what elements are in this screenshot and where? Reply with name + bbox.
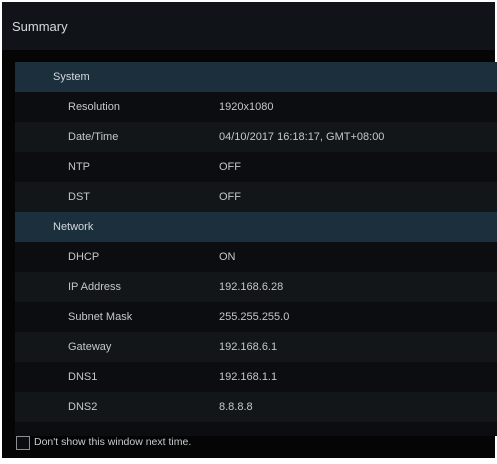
row-value: 1920x1080 <box>219 101 274 113</box>
row-key: DNS1 <box>68 371 98 383</box>
row-value: OFF <box>219 161 241 173</box>
table-row-dns2: DNS2 8.8.8.8 <box>15 392 497 422</box>
row-value: 04/10/2017 16:18:17, GMT+08:00 <box>219 131 385 143</box>
row-key: Resolution <box>68 101 120 113</box>
section-label: Network <box>53 221 94 233</box>
section-header-system: System <box>15 62 497 92</box>
row-key: IP Address <box>68 281 121 293</box>
row-key: Subnet Mask <box>68 311 133 323</box>
summary-window: Summary System Resolution 1920x1080 Date… <box>2 2 497 458</box>
row-value: 192.168.6.1 <box>219 341 278 353</box>
table-row-ip-address: IP Address 192.168.6.28 <box>15 272 497 302</box>
section-label: System <box>53 71 90 83</box>
row-value: OFF <box>219 191 241 203</box>
row-key: DNS2 <box>68 401 98 413</box>
row-value: 255.255.255.0 <box>219 311 290 323</box>
row-key: Gateway <box>68 341 112 353</box>
row-key: DST <box>68 191 90 203</box>
table-row-dhcp: DHCP ON <box>15 242 497 272</box>
row-value: 8.8.8.8 <box>219 401 253 413</box>
section-header-network: Network <box>15 212 497 242</box>
table-row-resolution: Resolution 1920x1080 <box>15 92 497 122</box>
dont-show-again-checkbox[interactable] <box>16 436 30 450</box>
table-row-datetime: Date/Time 04/10/2017 16:18:17, GMT+08:00 <box>15 122 497 152</box>
row-value: 192.168.1.1 <box>219 371 278 383</box>
row-value: 192.168.6.28 <box>219 281 284 293</box>
row-value: ON <box>219 251 236 263</box>
table-row-dns1: DNS1 192.168.1.1 <box>15 362 497 392</box>
dont-show-again-label[interactable]: Don't show this window next time. <box>34 436 191 448</box>
table-row-dst: DST OFF <box>15 182 497 212</box>
window-title: Summary <box>12 19 68 34</box>
table-row-gateway: Gateway 192.168.6.1 <box>15 332 497 362</box>
row-key: Date/Time <box>68 131 119 143</box>
table-row-subnet-mask: Subnet Mask 255.255.255.0 <box>15 302 497 332</box>
table-row-ntp: NTP OFF <box>15 152 497 182</box>
row-key: NTP <box>68 161 90 173</box>
window-title-bar: Summary <box>2 2 495 50</box>
summary-table: System Resolution 1920x1080 Date/Time 04… <box>15 62 497 436</box>
row-key: DHCP <box>68 251 100 263</box>
